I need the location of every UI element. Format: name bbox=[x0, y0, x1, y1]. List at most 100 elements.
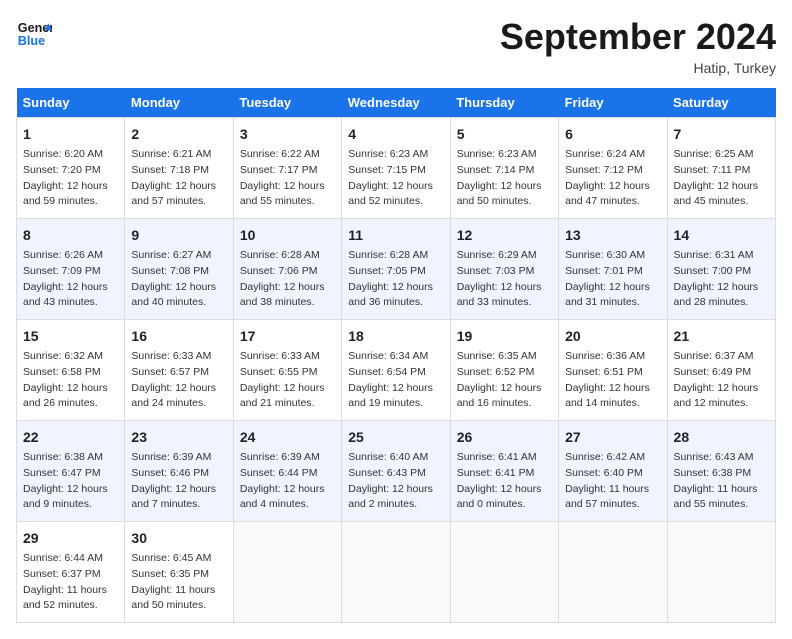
column-header-saturday: Saturday bbox=[667, 88, 775, 118]
day-number: 29 bbox=[23, 528, 118, 549]
calendar-cell: 6Sunrise: 6:24 AMSunset: 7:12 PMDaylight… bbox=[559, 118, 667, 219]
column-header-sunday: Sunday bbox=[17, 88, 125, 118]
calendar-cell: 8Sunrise: 6:26 AMSunset: 7:09 PMDaylight… bbox=[17, 219, 125, 320]
cell-content: Sunrise: 6:34 AMSunset: 6:54 PMDaylight:… bbox=[348, 349, 443, 412]
cell-content: Sunrise: 6:27 AMSunset: 7:08 PMDaylight:… bbox=[131, 248, 226, 311]
calendar-cell: 29Sunrise: 6:44 AMSunset: 6:37 PMDayligh… bbox=[17, 522, 125, 623]
day-number: 30 bbox=[131, 528, 226, 549]
day-number: 4 bbox=[348, 124, 443, 145]
cell-content: Sunrise: 6:23 AMSunset: 7:15 PMDaylight:… bbox=[348, 147, 443, 210]
calendar-cell bbox=[450, 522, 558, 623]
cell-content: Sunrise: 6:40 AMSunset: 6:43 PMDaylight:… bbox=[348, 450, 443, 513]
day-number: 14 bbox=[674, 225, 769, 246]
day-number: 5 bbox=[457, 124, 552, 145]
day-number: 21 bbox=[674, 326, 769, 347]
calendar-cell: 21Sunrise: 6:37 AMSunset: 6:49 PMDayligh… bbox=[667, 320, 775, 421]
calendar-cell: 20Sunrise: 6:36 AMSunset: 6:51 PMDayligh… bbox=[559, 320, 667, 421]
calendar-cell: 17Sunrise: 6:33 AMSunset: 6:55 PMDayligh… bbox=[233, 320, 341, 421]
day-number: 6 bbox=[565, 124, 660, 145]
cell-content: Sunrise: 6:41 AMSunset: 6:41 PMDaylight:… bbox=[457, 450, 552, 513]
calendar-cell: 1Sunrise: 6:20 AMSunset: 7:20 PMDaylight… bbox=[17, 118, 125, 219]
calendar-cell: 22Sunrise: 6:38 AMSunset: 6:47 PMDayligh… bbox=[17, 421, 125, 522]
cell-content: Sunrise: 6:42 AMSunset: 6:40 PMDaylight:… bbox=[565, 450, 660, 513]
column-header-tuesday: Tuesday bbox=[233, 88, 341, 118]
cell-content: Sunrise: 6:25 AMSunset: 7:11 PMDaylight:… bbox=[674, 147, 769, 210]
cell-content: Sunrise: 6:45 AMSunset: 6:35 PMDaylight:… bbox=[131, 551, 226, 614]
calendar-week-4: 22Sunrise: 6:38 AMSunset: 6:47 PMDayligh… bbox=[17, 421, 776, 522]
day-number: 2 bbox=[131, 124, 226, 145]
day-number: 9 bbox=[131, 225, 226, 246]
calendar-cell: 12Sunrise: 6:29 AMSunset: 7:03 PMDayligh… bbox=[450, 219, 558, 320]
day-number: 13 bbox=[565, 225, 660, 246]
calendar-cell: 10Sunrise: 6:28 AMSunset: 7:06 PMDayligh… bbox=[233, 219, 341, 320]
calendar-cell: 24Sunrise: 6:39 AMSunset: 6:44 PMDayligh… bbox=[233, 421, 341, 522]
calendar-cell: 14Sunrise: 6:31 AMSunset: 7:00 PMDayligh… bbox=[667, 219, 775, 320]
month-title: September 2024 bbox=[500, 16, 776, 58]
day-number: 1 bbox=[23, 124, 118, 145]
column-header-wednesday: Wednesday bbox=[342, 88, 450, 118]
cell-content: Sunrise: 6:35 AMSunset: 6:52 PMDaylight:… bbox=[457, 349, 552, 412]
day-number: 17 bbox=[240, 326, 335, 347]
calendar-cell: 13Sunrise: 6:30 AMSunset: 7:01 PMDayligh… bbox=[559, 219, 667, 320]
cell-content: Sunrise: 6:20 AMSunset: 7:20 PMDaylight:… bbox=[23, 147, 118, 210]
calendar-cell bbox=[667, 522, 775, 623]
day-number: 15 bbox=[23, 326, 118, 347]
day-number: 26 bbox=[457, 427, 552, 448]
calendar-cell: 3Sunrise: 6:22 AMSunset: 7:17 PMDaylight… bbox=[233, 118, 341, 219]
calendar-cell bbox=[233, 522, 341, 623]
logo: General Blue bbox=[16, 16, 52, 52]
title-area: September 2024 Hatip, Turkey bbox=[500, 16, 776, 76]
calendar-cell: 7Sunrise: 6:25 AMSunset: 7:11 PMDaylight… bbox=[667, 118, 775, 219]
cell-content: Sunrise: 6:28 AMSunset: 7:06 PMDaylight:… bbox=[240, 248, 335, 311]
day-number: 19 bbox=[457, 326, 552, 347]
cell-content: Sunrise: 6:24 AMSunset: 7:12 PMDaylight:… bbox=[565, 147, 660, 210]
page-header: General Blue September 2024 Hatip, Turke… bbox=[16, 16, 776, 76]
day-number: 8 bbox=[23, 225, 118, 246]
day-number: 10 bbox=[240, 225, 335, 246]
calendar-header-row: SundayMondayTuesdayWednesdayThursdayFrid… bbox=[17, 88, 776, 118]
day-number: 28 bbox=[674, 427, 769, 448]
calendar-cell: 15Sunrise: 6:32 AMSunset: 6:58 PMDayligh… bbox=[17, 320, 125, 421]
column-header-thursday: Thursday bbox=[450, 88, 558, 118]
cell-content: Sunrise: 6:38 AMSunset: 6:47 PMDaylight:… bbox=[23, 450, 118, 513]
cell-content: Sunrise: 6:39 AMSunset: 6:44 PMDaylight:… bbox=[240, 450, 335, 513]
cell-content: Sunrise: 6:22 AMSunset: 7:17 PMDaylight:… bbox=[240, 147, 335, 210]
calendar-cell bbox=[559, 522, 667, 623]
calendar-cell: 23Sunrise: 6:39 AMSunset: 6:46 PMDayligh… bbox=[125, 421, 233, 522]
calendar-cell: 25Sunrise: 6:40 AMSunset: 6:43 PMDayligh… bbox=[342, 421, 450, 522]
day-number: 24 bbox=[240, 427, 335, 448]
day-number: 20 bbox=[565, 326, 660, 347]
day-number: 7 bbox=[674, 124, 769, 145]
cell-content: Sunrise: 6:29 AMSunset: 7:03 PMDaylight:… bbox=[457, 248, 552, 311]
calendar-cell: 30Sunrise: 6:45 AMSunset: 6:35 PMDayligh… bbox=[125, 522, 233, 623]
calendar-week-1: 1Sunrise: 6:20 AMSunset: 7:20 PMDaylight… bbox=[17, 118, 776, 219]
calendar-cell: 4Sunrise: 6:23 AMSunset: 7:15 PMDaylight… bbox=[342, 118, 450, 219]
logo-icon: General Blue bbox=[16, 16, 52, 52]
calendar-cell: 16Sunrise: 6:33 AMSunset: 6:57 PMDayligh… bbox=[125, 320, 233, 421]
day-number: 23 bbox=[131, 427, 226, 448]
cell-content: Sunrise: 6:43 AMSunset: 6:38 PMDaylight:… bbox=[674, 450, 769, 513]
calendar-cell: 18Sunrise: 6:34 AMSunset: 6:54 PMDayligh… bbox=[342, 320, 450, 421]
cell-content: Sunrise: 6:32 AMSunset: 6:58 PMDaylight:… bbox=[23, 349, 118, 412]
cell-content: Sunrise: 6:36 AMSunset: 6:51 PMDaylight:… bbox=[565, 349, 660, 412]
day-number: 22 bbox=[23, 427, 118, 448]
day-number: 11 bbox=[348, 225, 443, 246]
calendar-cell: 26Sunrise: 6:41 AMSunset: 6:41 PMDayligh… bbox=[450, 421, 558, 522]
day-number: 16 bbox=[131, 326, 226, 347]
day-number: 25 bbox=[348, 427, 443, 448]
day-number: 3 bbox=[240, 124, 335, 145]
cell-content: Sunrise: 6:30 AMSunset: 7:01 PMDaylight:… bbox=[565, 248, 660, 311]
cell-content: Sunrise: 6:33 AMSunset: 6:55 PMDaylight:… bbox=[240, 349, 335, 412]
day-number: 12 bbox=[457, 225, 552, 246]
calendar-week-5: 29Sunrise: 6:44 AMSunset: 6:37 PMDayligh… bbox=[17, 522, 776, 623]
calendar-table: SundayMondayTuesdayWednesdayThursdayFrid… bbox=[16, 88, 776, 623]
cell-content: Sunrise: 6:37 AMSunset: 6:49 PMDaylight:… bbox=[674, 349, 769, 412]
column-header-monday: Monday bbox=[125, 88, 233, 118]
calendar-week-2: 8Sunrise: 6:26 AMSunset: 7:09 PMDaylight… bbox=[17, 219, 776, 320]
column-header-friday: Friday bbox=[559, 88, 667, 118]
svg-text:Blue: Blue bbox=[18, 34, 45, 48]
calendar-cell: 19Sunrise: 6:35 AMSunset: 6:52 PMDayligh… bbox=[450, 320, 558, 421]
cell-content: Sunrise: 6:26 AMSunset: 7:09 PMDaylight:… bbox=[23, 248, 118, 311]
location: Hatip, Turkey bbox=[500, 60, 776, 76]
cell-content: Sunrise: 6:23 AMSunset: 7:14 PMDaylight:… bbox=[457, 147, 552, 210]
